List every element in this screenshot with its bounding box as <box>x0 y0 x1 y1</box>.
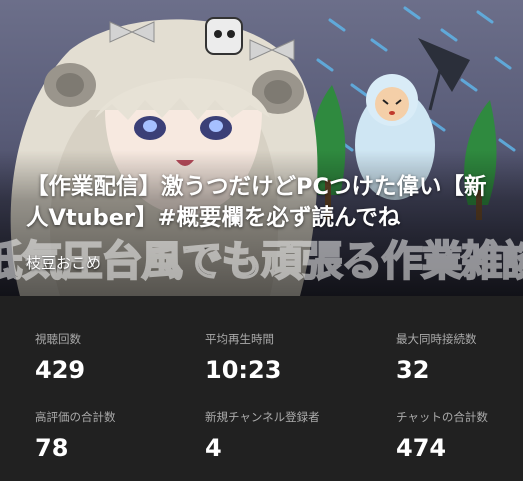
stat-total-likes: 高評価の合計数 78 <box>35 409 116 463</box>
stat-total-chat-messages: チャットの合計数 474 <box>396 409 488 463</box>
stat-value: 4 <box>205 434 222 462</box>
channel-name[interactable]: 枝豆おこめ <box>26 253 101 273</box>
stat-value: 32 <box>396 356 430 384</box>
stat-value: 474 <box>396 434 447 462</box>
stat-average-view-duration: 平均再生時間 10:23 <box>205 331 281 385</box>
stats-grid: 視聴回数 429 平均再生時間 10:23 最大同時接続数 32 高評価の合計数… <box>0 296 523 481</box>
stat-views: 視聴回数 429 <box>35 331 85 385</box>
stat-value: 429 <box>35 356 86 384</box>
stat-label: チャットの合計数 <box>396 410 488 424</box>
stat-value: 78 <box>35 434 69 462</box>
stat-value: 10:23 <box>205 356 282 384</box>
stat-label: 視聴回数 <box>35 332 81 346</box>
stat-label: 最大同時接続数 <box>396 332 477 346</box>
video-title[interactable]: 【作業配信】激うつだけどPCつけた偉い【新人Vtuber】#概要欄を必ず読んでね <box>26 172 496 234</box>
stream-summary-card: 低気圧台風でも頑張る作業雑談 【作業配信】激うつだけどPCつけた偉い【新人Vtu… <box>0 0 523 481</box>
video-thumbnail[interactable]: 低気圧台風でも頑張る作業雑談 【作業配信】激うつだけどPCつけた偉い【新人Vtu… <box>0 0 523 296</box>
stat-label: 高評価の合計数 <box>35 410 116 424</box>
stat-label: 平均再生時間 <box>205 332 274 346</box>
stat-label: 新規チャンネル登録者 <box>205 410 320 424</box>
stat-peak-concurrent-viewers: 最大同時接続数 32 <box>396 331 477 385</box>
stat-new-subscribers: 新規チャンネル登録者 4 <box>205 409 320 463</box>
